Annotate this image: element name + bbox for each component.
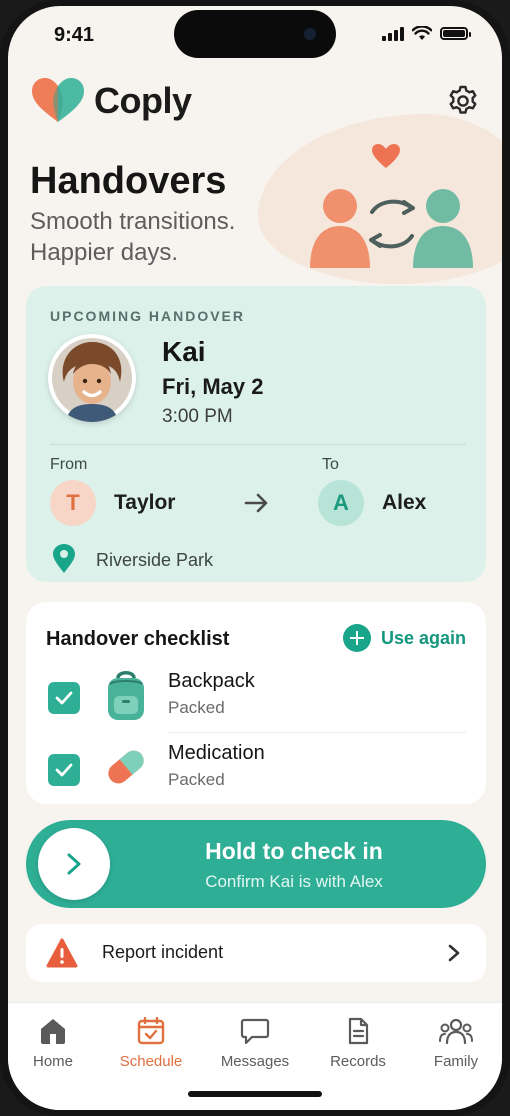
home-indicator bbox=[188, 1091, 322, 1097]
tab-family[interactable]: Family bbox=[408, 1017, 502, 1070]
check-in-title: Hold to check in bbox=[205, 838, 383, 864]
settings-gear-icon[interactable] bbox=[446, 84, 480, 118]
backpack-icon bbox=[108, 671, 144, 720]
tab-label: Home bbox=[32, 1053, 73, 1070]
checklist-item[interactable]: Backpack Packed bbox=[46, 668, 466, 730]
warning-icon bbox=[46, 938, 78, 968]
handover-time: 3:00 PM bbox=[162, 406, 233, 427]
handover-checklist-card: Handover checklist Use again Backpack Pa… bbox=[26, 602, 486, 804]
use-again-label: Use again bbox=[380, 627, 466, 648]
heart-logo-icon bbox=[32, 78, 84, 122]
check-icon bbox=[55, 763, 73, 777]
child-name: Kai bbox=[162, 336, 206, 367]
report-incident-label: Report incident bbox=[102, 942, 224, 962]
to-avatar: A bbox=[318, 480, 364, 526]
from-name: Taylor bbox=[114, 491, 176, 514]
home-icon bbox=[41, 1019, 65, 1044]
signal-icon bbox=[382, 26, 404, 41]
child-photo bbox=[52, 338, 132, 422]
tab-label: Schedule bbox=[119, 1053, 183, 1070]
upcoming-label: UPCOMING HANDOVER bbox=[50, 308, 246, 324]
handover-location: Riverside Park bbox=[96, 550, 214, 570]
use-again-button[interactable]: Use again bbox=[342, 624, 466, 652]
report-incident-row[interactable]: Report incident bbox=[26, 924, 486, 982]
arrow-right-icon bbox=[244, 493, 268, 513]
tab-messages[interactable]: Messages bbox=[207, 1017, 303, 1070]
checklist-item[interactable]: Medication Packed bbox=[46, 740, 466, 802]
item-name: Medication bbox=[168, 742, 265, 764]
message-icon bbox=[240, 1018, 270, 1045]
tab-label: Records bbox=[330, 1053, 386, 1070]
child-avatar bbox=[48, 334, 136, 422]
location-pin-icon bbox=[53, 544, 75, 573]
check-icon bbox=[55, 691, 73, 705]
tab-records[interactable]: Records bbox=[310, 1017, 406, 1070]
status-icons bbox=[382, 26, 471, 41]
tab-label: Messages bbox=[220, 1053, 290, 1070]
checkbox-checked[interactable] bbox=[48, 682, 80, 714]
to-person[interactable]: A Alex bbox=[318, 480, 426, 526]
bottom-tab-bar: Home Schedule Messages Records Family bbox=[8, 1002, 502, 1110]
calendar-icon bbox=[137, 1017, 165, 1045]
page-subtitle: Smooth transitions. Happier days. bbox=[30, 206, 270, 268]
handover-date: Fri, May 2 bbox=[162, 374, 264, 399]
from-person[interactable]: T Taylor bbox=[50, 480, 175, 526]
app-logo: Coply bbox=[30, 78, 192, 124]
hold-to-check-in-button[interactable]: Hold to check in Confirm Kai is with Ale… bbox=[26, 820, 486, 908]
checklist-divider bbox=[168, 732, 466, 733]
family-icon bbox=[439, 1018, 473, 1045]
app-name: Coply bbox=[94, 80, 192, 121]
checklist-title: Handover checklist bbox=[46, 628, 230, 650]
tab-home[interactable]: Home bbox=[8, 1017, 101, 1070]
from-label: From bbox=[50, 456, 88, 473]
from-avatar: T bbox=[50, 480, 96, 526]
item-name: Backpack bbox=[168, 670, 255, 692]
pill-icon bbox=[108, 750, 144, 784]
item-status: Packed bbox=[168, 698, 225, 717]
subtitle-line-1: Smooth transitions. bbox=[30, 208, 236, 235]
checkbox-checked[interactable] bbox=[48, 754, 80, 786]
app-screen: 9:41 Coply Handovers Smooth transitions.… bbox=[8, 6, 502, 1110]
dynamic-island bbox=[174, 10, 336, 58]
subtitle-line-2: Happier days. bbox=[30, 239, 179, 266]
card-divider bbox=[50, 444, 466, 445]
chevron-right-icon bbox=[448, 944, 460, 962]
to-label: To bbox=[322, 456, 339, 473]
document-icon bbox=[348, 1017, 369, 1045]
to-name: Alex bbox=[382, 491, 427, 514]
handover-illustration bbox=[310, 144, 473, 268]
wifi-icon bbox=[412, 26, 432, 40]
plus-circle-icon bbox=[342, 624, 371, 652]
phone-frame: 9:41 Coply Handovers Smooth transitions.… bbox=[0, 0, 510, 1116]
tab-schedule[interactable]: Schedule bbox=[103, 1017, 199, 1070]
tab-label: Family bbox=[433, 1053, 479, 1070]
page-title: Handovers bbox=[30, 160, 227, 202]
battery-icon bbox=[440, 27, 471, 40]
item-status: Packed bbox=[168, 770, 225, 789]
status-time: 9:41 bbox=[54, 24, 95, 46]
upcoming-handover-card[interactable]: UPCOMING HANDOVER Kai Fri, May 2 3:00 PM… bbox=[26, 286, 486, 582]
check-in-subtitle: Confirm Kai is with Alex bbox=[205, 872, 383, 891]
